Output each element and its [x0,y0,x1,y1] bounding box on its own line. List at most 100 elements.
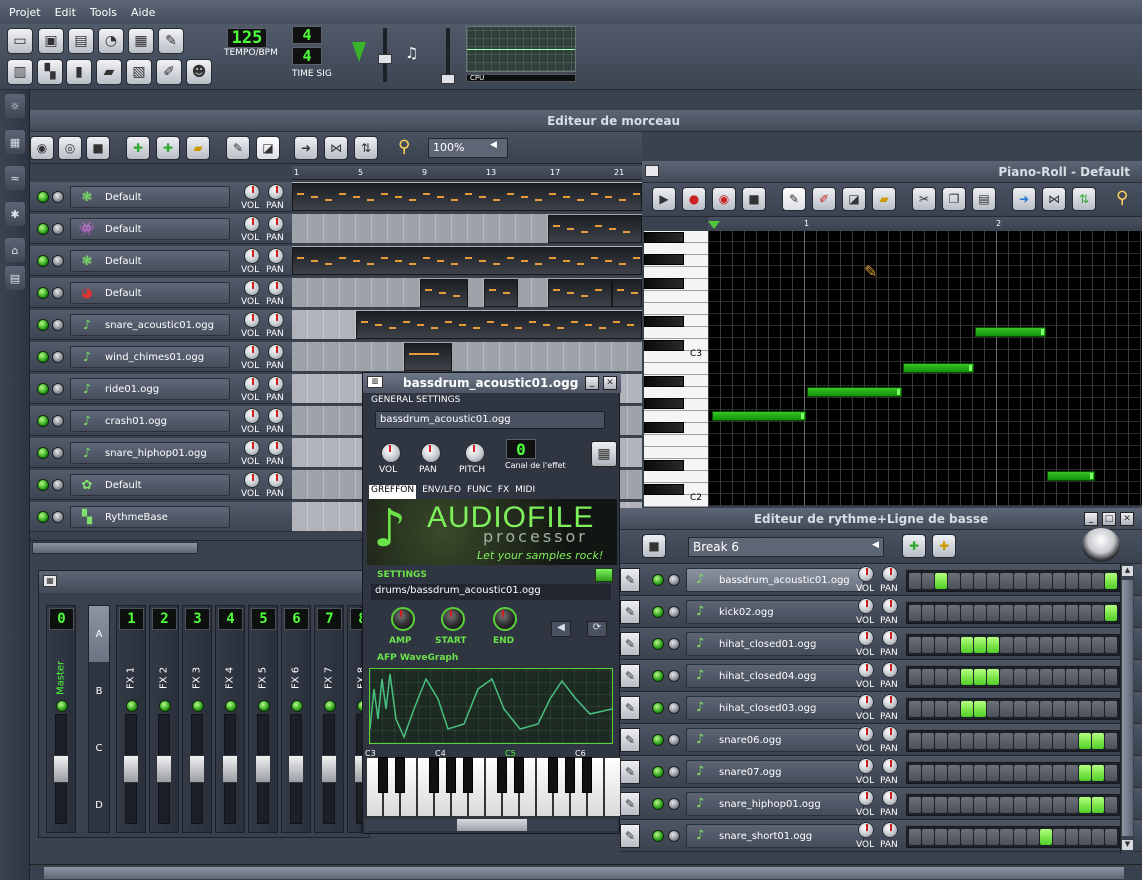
beat-step[interactable] [974,637,987,653]
add-automation-icon[interactable]: ✚ [932,534,956,558]
master-fader-handle[interactable] [53,755,69,783]
beat-step[interactable] [909,701,922,717]
save-preset-icon[interactable]: ▦ [591,441,617,467]
afp-white-key[interactable] [604,757,621,817]
recent-projects-icon[interactable]: ◔ [98,28,124,54]
piano-black-key[interactable] [644,422,684,433]
beat-row-name[interactable]: snare06.ogg [686,728,864,752]
beat-step[interactable] [1065,605,1078,621]
beat-step[interactable] [1104,797,1117,813]
track-vol-knob[interactable] [244,344,260,360]
beat-step[interactable] [1026,797,1039,813]
beat-step[interactable] [961,573,974,589]
beat-step[interactable] [948,797,961,813]
beat-step[interactable] [987,669,1000,685]
beat-step[interactable] [1065,765,1078,781]
row-settings-icon[interactable]: ✎ [620,824,640,848]
row-pan-knob[interactable] [882,662,898,678]
piano-black-key[interactable] [644,340,684,351]
track-solo-led[interactable] [52,383,64,395]
track-pattern[interactable] [356,311,642,339]
beat-step[interactable] [1091,573,1104,589]
row-settings-icon[interactable]: ✎ [620,664,640,688]
beat-step[interactable] [1078,573,1091,589]
beat-step[interactable] [1052,605,1065,621]
beat-step[interactable] [1104,573,1117,589]
add-automation-track-icon[interactable]: ▰ [186,136,210,160]
beat-step[interactable] [1039,605,1052,621]
piano-erase-icon[interactable]: ✐ [812,187,836,211]
sample-path[interactable]: drums/bassdrum_acoustic01.ogg [371,584,611,600]
afp-keyboard-scroll-thumb[interactable] [457,819,527,831]
add-sample-track-icon[interactable]: ✚ [156,136,180,160]
track-lane[interactable] [292,278,642,308]
track-solo-led[interactable] [52,287,64,299]
row-mute-led[interactable] [652,574,664,586]
beat-step[interactable] [909,733,922,749]
beat-step[interactable] [948,829,961,845]
row-settings-icon[interactable]: ✎ [620,728,640,752]
row-pan-knob[interactable] [882,598,898,614]
track-solo-led[interactable] [52,479,64,491]
row-solo-led[interactable] [668,766,680,778]
track-pattern[interactable] [484,279,518,307]
row-settings-icon[interactable]: ✎ [620,568,640,592]
track-lane[interactable] [292,214,642,244]
beat-step[interactable] [1013,701,1026,717]
piano-black-key[interactable] [644,254,684,265]
row-pan-knob[interactable] [882,822,898,838]
play-song-icon[interactable]: ◉ [30,136,54,160]
fx-mute-led[interactable] [291,700,303,712]
piano-white-key[interactable] [644,471,708,483]
beat-step[interactable] [1026,733,1039,749]
beat-step[interactable] [1078,669,1091,685]
track-solo-led[interactable] [52,415,64,427]
beat-step[interactable] [974,765,987,781]
track-pan-knob[interactable] [268,408,284,424]
afp-pitch-knob[interactable] [465,443,485,463]
start-knob[interactable] [441,607,465,631]
beat-step[interactable] [974,669,987,685]
piano-loop-icon[interactable]: ⋈ [1042,187,1066,211]
row-mute-led[interactable] [652,766,664,778]
beat-step[interactable] [1000,701,1013,717]
tab-fx[interactable]: FX [498,485,509,499]
track-vol-knob[interactable] [244,408,260,424]
master-mute-led[interactable] [56,700,68,712]
beat-step[interactable] [909,797,922,813]
afp-black-key[interactable] [514,757,524,793]
beat-step[interactable] [1026,605,1039,621]
fx-fader[interactable] [189,714,205,824]
home-browser-icon[interactable]: ⌂ [5,238,25,262]
edit-mode-icon[interactable]: ◪ [256,136,280,160]
track-vol-knob[interactable] [244,280,260,296]
row-mute-led[interactable] [652,798,664,810]
track-mute-led[interactable] [37,415,49,427]
beat-step[interactable] [948,701,961,717]
afp-black-key[interactable] [548,757,558,793]
afp-black-key[interactable] [429,757,439,793]
copy-icon[interactable]: ❐ [942,187,966,211]
beat-step[interactable] [987,797,1000,813]
samples-browser-icon[interactable]: ≈ [5,166,25,190]
track-mute-led[interactable] [37,447,49,459]
piano-black-key[interactable] [644,484,684,495]
beat-step[interactable] [974,733,987,749]
beat-step[interactable] [1065,573,1078,589]
beat-step[interactable] [909,829,922,845]
bank-b-button[interactable]: B [89,663,109,719]
track-pattern[interactable] [548,215,642,243]
track-vol-knob[interactable] [244,376,260,392]
loop-points-icon[interactable]: ⋈ [324,136,348,160]
beat-step[interactable] [1065,701,1078,717]
menu-projet[interactable]: Projet [4,6,46,19]
beat-step[interactable] [974,573,987,589]
track-pan-knob[interactable] [268,216,284,232]
beat-step[interactable] [1026,573,1039,589]
beat-step[interactable] [961,829,974,845]
afp-keyboard-scrollbar[interactable] [365,819,617,831]
beat-step[interactable] [1039,829,1052,845]
row-solo-led[interactable] [668,670,680,682]
row-mute-led[interactable] [652,638,664,650]
row-pan-knob[interactable] [882,790,898,806]
